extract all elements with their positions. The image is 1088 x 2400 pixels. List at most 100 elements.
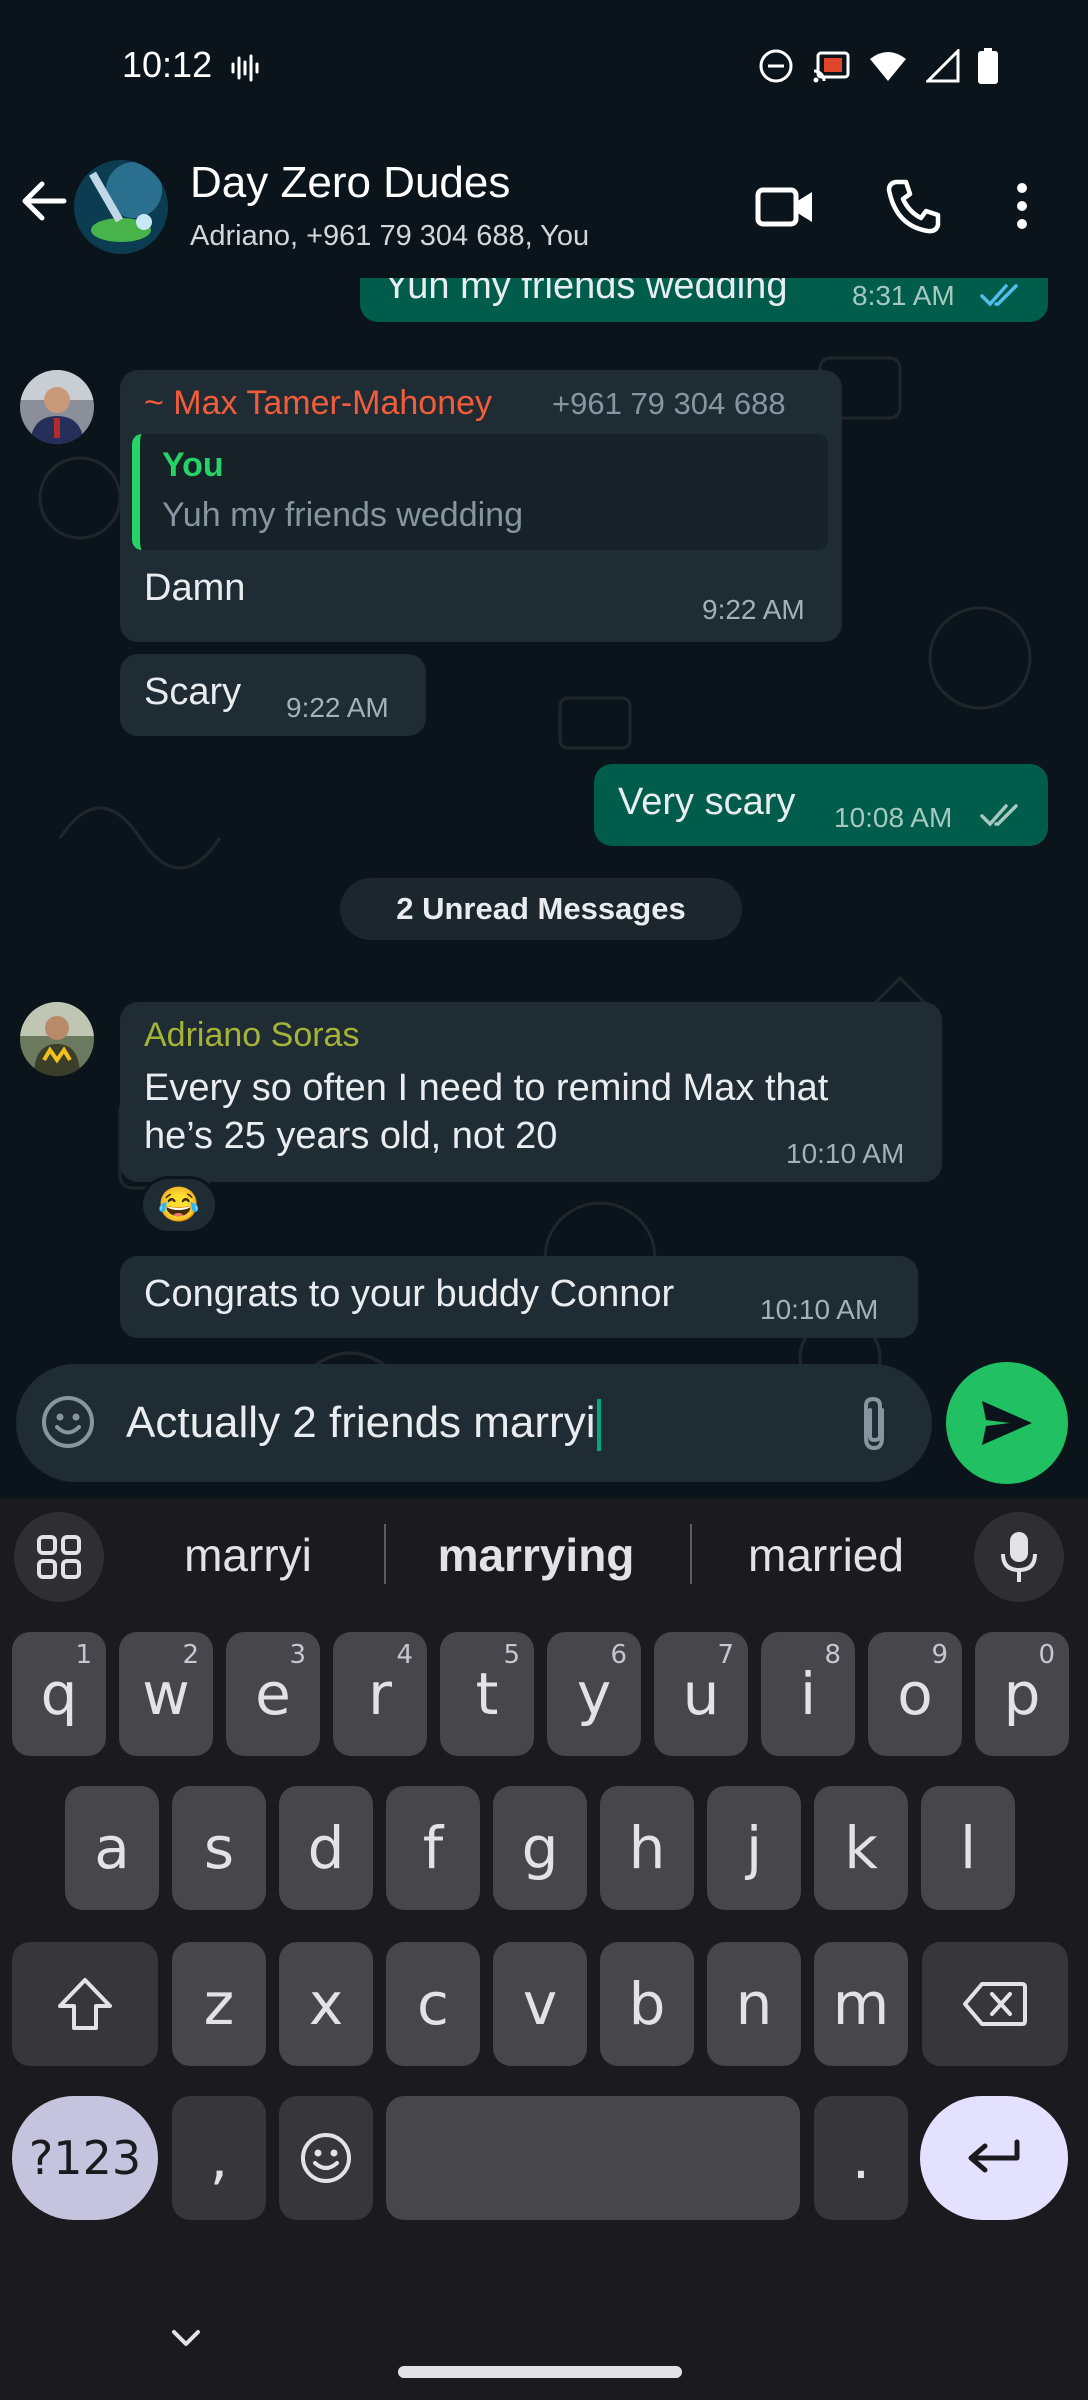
backspace-key[interactable]: [922, 1942, 1068, 2066]
key-label: p: [1003, 1660, 1041, 1728]
key-d[interactable]: d: [279, 1786, 373, 1910]
sender-name[interactable]: Adriano Soras: [144, 1016, 359, 1055]
chevron-down-icon[interactable]: [166, 2318, 206, 2358]
key-hint: 6: [610, 1640, 627, 1670]
enter-icon: [968, 2139, 1020, 2173]
sender-name[interactable]: ~ Max Tamer-Mahoney: [144, 384, 492, 423]
home-indicator[interactable]: [398, 2366, 682, 2378]
message-text: Damn: [144, 567, 246, 609]
cast-icon: [813, 51, 850, 83]
key-label: u: [682, 1660, 720, 1728]
chat-area[interactable]: Yuh my friends wedding 8:31 AM ~ Max Tam…: [0, 278, 1088, 1498]
message-text: Scary: [144, 671, 242, 713]
unread-messages-divider: 2 Unread Messages: [340, 878, 742, 940]
shift-key[interactable]: [12, 1942, 158, 2066]
key-hint: 0: [1038, 1640, 1055, 1670]
group-avatar[interactable]: [74, 160, 168, 254]
key-e[interactable]: e3: [226, 1632, 320, 1756]
key-n[interactable]: n: [707, 1942, 801, 2066]
message-incoming[interactable]: Congrats to your buddy Connor 10:10 AM: [120, 1256, 918, 1338]
key-label: y: [576, 1660, 612, 1728]
avatar[interactable]: [20, 1002, 94, 1076]
message-incoming[interactable]: Adriano Soras Every so often I need to r…: [120, 1002, 942, 1182]
dnd-icon: [759, 49, 793, 83]
key-b[interactable]: b: [600, 1942, 694, 2066]
emoji-icon[interactable]: [40, 1394, 96, 1450]
quote-author: You: [162, 446, 224, 484]
message-incoming[interactable]: ~ Max Tamer-Mahoney +961 79 304 688 You …: [120, 370, 842, 642]
comma-key[interactable]: ,: [172, 2096, 266, 2220]
message-text: Very scary: [618, 781, 796, 823]
message-outgoing[interactable]: Very scary 10:08 AM: [594, 764, 1048, 846]
key-f[interactable]: f: [386, 1786, 480, 1910]
arrow-left-icon[interactable]: [18, 175, 70, 227]
message-outgoing[interactable]: Yuh my friends wedding 8:31 AM: [360, 278, 1048, 322]
key-a[interactable]: a: [65, 1786, 159, 1910]
symbols-key[interactable]: ?123: [12, 2096, 158, 2220]
key-g[interactable]: g: [493, 1786, 587, 1910]
key-q[interactable]: q1: [12, 1632, 106, 1756]
voice-activity-icon: [231, 54, 259, 82]
key-hint: 2: [182, 1640, 199, 1670]
divider: [690, 1524, 692, 1584]
key-hint: 3: [289, 1640, 306, 1670]
group-name[interactable]: Day Zero Dudes: [190, 158, 510, 208]
key-hint: 1: [75, 1640, 92, 1670]
text-caret: [597, 1399, 602, 1452]
status-icons: [758, 48, 998, 84]
more-vertical-icon[interactable]: [1002, 176, 1042, 236]
period-key[interactable]: .: [814, 2096, 908, 2220]
key-j[interactable]: j: [707, 1786, 801, 1910]
message-input[interactable]: Actually 2 friends marryi: [126, 1398, 602, 1452]
video-camera-icon[interactable]: [754, 176, 816, 238]
sender-phone: +961 79 304 688: [552, 386, 786, 421]
phone-icon[interactable]: [884, 176, 944, 236]
key-m[interactable]: m: [814, 1942, 908, 2066]
key-u[interactable]: u7: [654, 1632, 748, 1756]
message-time: 9:22 AM: [286, 692, 389, 723]
key-i[interactable]: i8: [761, 1632, 855, 1756]
reaction-badge[interactable]: 😂: [140, 1176, 218, 1234]
send-button[interactable]: [946, 1362, 1068, 1484]
key-v[interactable]: v: [493, 1942, 587, 2066]
suggestion-3[interactable]: married: [706, 1528, 946, 1582]
key-label: o: [897, 1660, 933, 1728]
key-hint: 4: [396, 1640, 413, 1670]
suggestion-2[interactable]: marrying: [416, 1528, 656, 1582]
divider: [384, 1524, 386, 1584]
message-time: 10:10 AM: [786, 1138, 905, 1169]
quoted-message[interactable]: You Yuh my friends wedding: [132, 434, 828, 550]
voice-input-button[interactable]: [974, 1512, 1064, 1602]
message-text: Congrats to your buddy Connor: [144, 1273, 675, 1315]
double-check-icon: [980, 284, 1018, 307]
key-x[interactable]: x: [279, 1942, 373, 2066]
key-s[interactable]: s: [172, 1786, 266, 1910]
enter-key[interactable]: [920, 2096, 1068, 2220]
key-h[interactable]: h: [600, 1786, 694, 1910]
space-key[interactable]: [386, 2096, 800, 2220]
key-o[interactable]: o9: [868, 1632, 962, 1756]
key-y[interactable]: y6: [547, 1632, 641, 1756]
key-r[interactable]: r4: [333, 1632, 427, 1756]
key-p[interactable]: p0: [975, 1632, 1069, 1756]
backspace-icon: [963, 1982, 1027, 2026]
suggestion-1[interactable]: marryi: [128, 1528, 368, 1582]
key-z[interactable]: z: [172, 1942, 266, 2066]
message-time: 10:08 AM: [834, 802, 953, 833]
key-hint: 7: [717, 1640, 734, 1670]
key-l[interactable]: l: [921, 1786, 1015, 1910]
key-t[interactable]: t5: [440, 1632, 534, 1756]
shift-icon: [58, 1978, 112, 2030]
status-time: 10:12: [122, 44, 213, 85]
group-members[interactable]: Adriano, +961 79 304 688, You: [190, 220, 589, 253]
keyboard-menu-button[interactable]: [14, 1512, 104, 1602]
key-hint: 9: [931, 1640, 948, 1670]
key-c[interactable]: c: [386, 1942, 480, 2066]
paperclip-icon[interactable]: [846, 1394, 902, 1454]
key-w[interactable]: w2: [119, 1632, 213, 1756]
message-incoming[interactable]: Scary 9:22 AM: [120, 654, 426, 736]
emoji-key[interactable]: [279, 2096, 373, 2220]
key-label: w: [142, 1660, 190, 1728]
key-k[interactable]: k: [814, 1786, 908, 1910]
avatar[interactable]: [20, 370, 94, 444]
